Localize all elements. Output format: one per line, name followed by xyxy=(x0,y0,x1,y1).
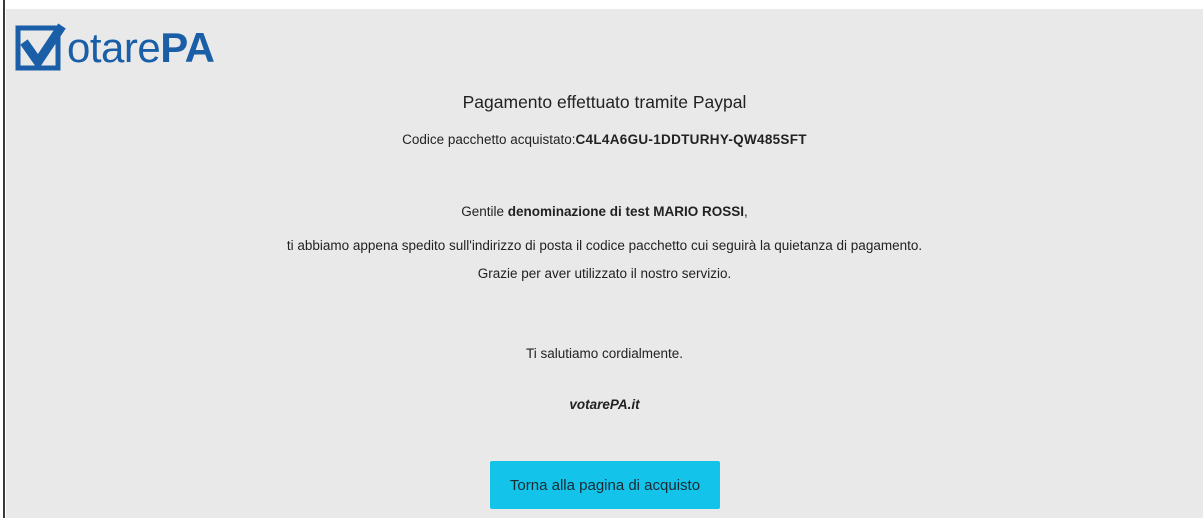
greeting-prefix: Gentile xyxy=(461,204,508,219)
message-line-2: Grazie per aver utilizzato il nostro ser… xyxy=(477,266,732,281)
checkmark-icon xyxy=(14,22,66,74)
logo-text-light: otare xyxy=(67,24,161,71)
back-to-purchase-button[interactable]: Torna alla pagina di acquisto xyxy=(490,461,720,509)
votarepa-logo: otarePA xyxy=(14,18,215,78)
logo-wordmark: otarePA xyxy=(67,22,215,74)
signature: votarePA.it xyxy=(569,397,640,412)
greeting-suffix: , xyxy=(744,204,748,219)
package-code-label: Codice pacchetto acquistato: xyxy=(402,132,576,147)
package-code-value: C4L4A6GU-1DDTURHY-QW485SFT xyxy=(575,132,807,147)
message-body: ti abbiamo appena spedito sull'indirizzo… xyxy=(6,232,1203,288)
window-border xyxy=(3,0,5,518)
page: otarePA Pagamento effettuato tramite Pay… xyxy=(0,0,1203,518)
logo-text-bold: PA xyxy=(160,24,215,71)
recipient-name: denominazione di test MARIO ROSSI xyxy=(507,204,745,219)
greeting-line: Gentile denominazione di test MARIO ROSS… xyxy=(6,204,1203,219)
payment-title: Pagamento effettuato tramite Paypal xyxy=(462,92,747,112)
message-line-1: ti abbiamo appena spedito sull'indirizzo… xyxy=(286,238,923,253)
salutation: Ti salutiamo cordialmente. xyxy=(525,346,684,361)
package-code-line: Codice pacchetto acquistato:C4L4A6GU-1DD… xyxy=(6,132,1203,147)
